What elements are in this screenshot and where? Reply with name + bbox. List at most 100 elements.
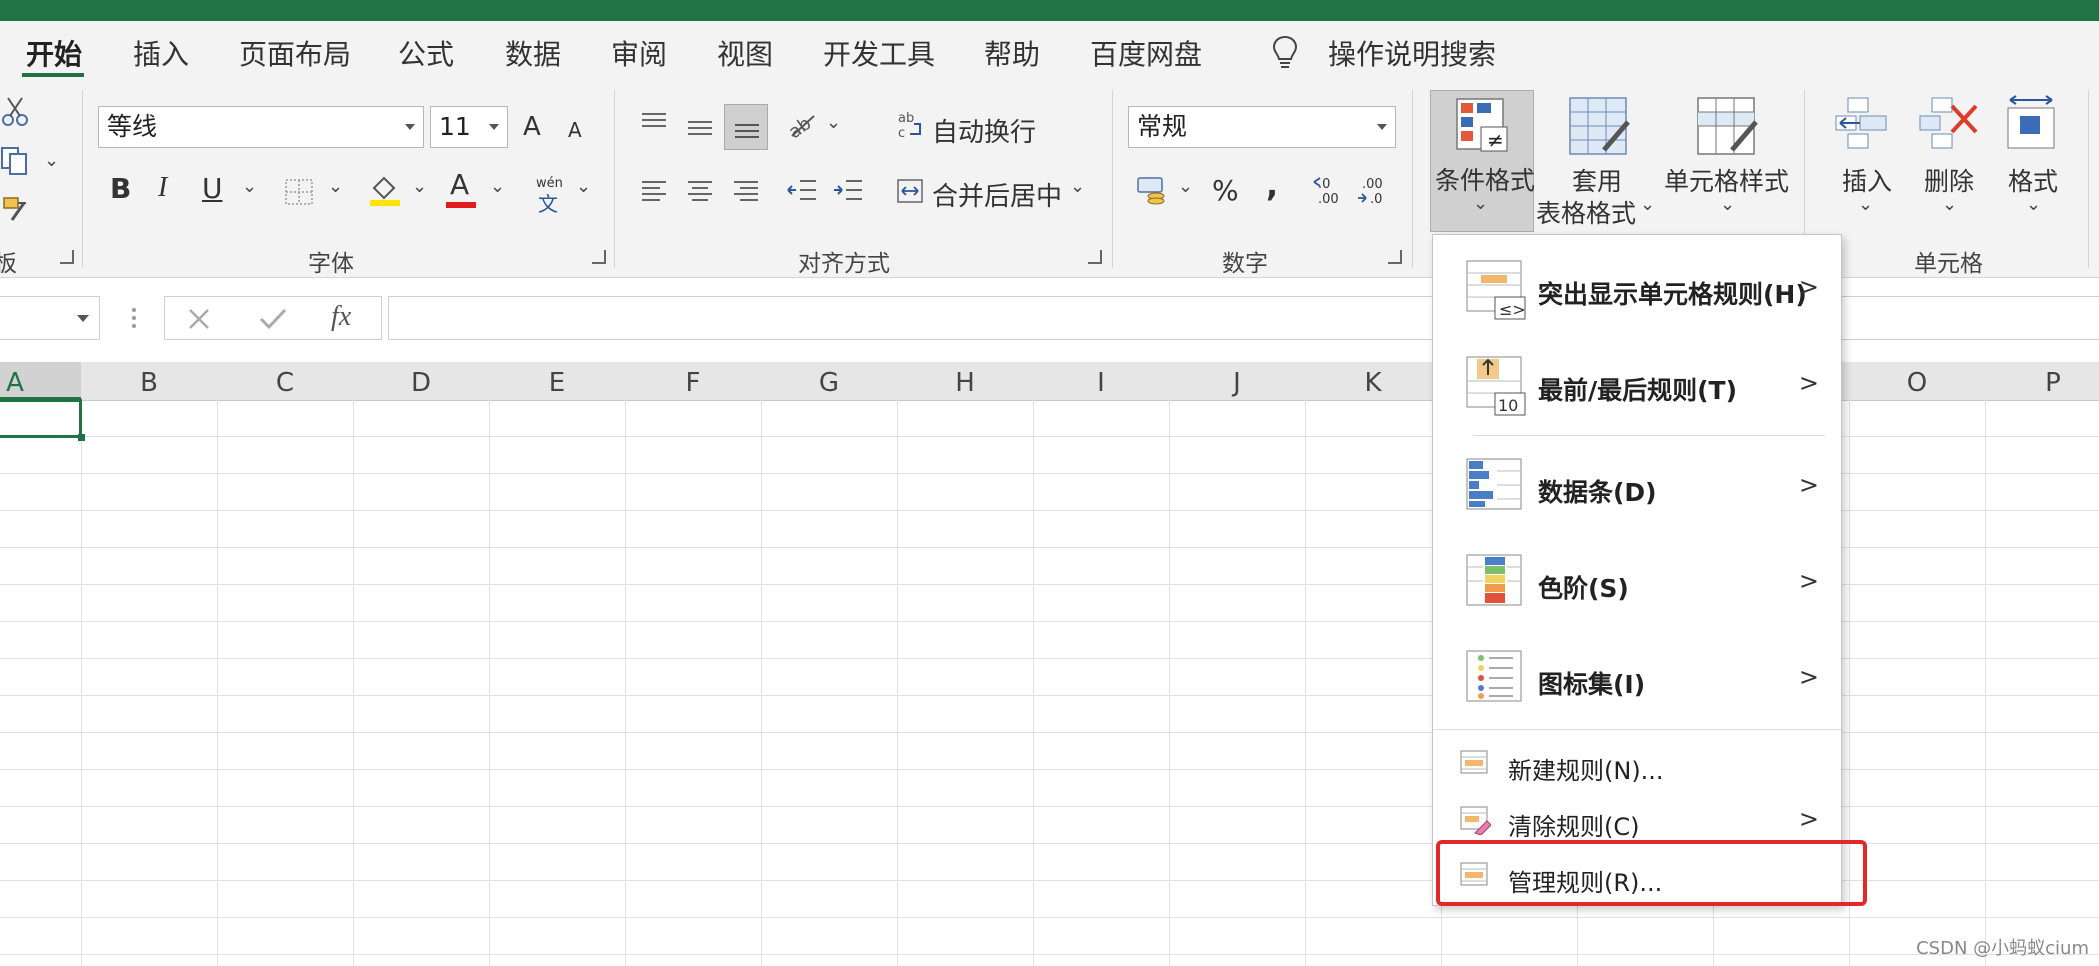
accounting-format-icon[interactable] <box>1136 174 1170 206</box>
enter-check-icon[interactable] <box>259 307 287 331</box>
column-header-b[interactable]: B <box>81 368 217 398</box>
number-format-combo[interactable]: 常规 <box>1128 106 1396 148</box>
orientation-icon[interactable]: ab <box>786 110 820 140</box>
column-header-k[interactable]: K <box>1305 368 1441 398</box>
menu-label: 清除规则(C) <box>1508 813 1640 841</box>
align-center-icon[interactable] <box>686 180 714 202</box>
decrease-indent-icon[interactable] <box>786 178 818 202</box>
cell-styles-button[interactable]: 单元格样式 <box>1664 162 1789 198</box>
column-header-f[interactable]: F <box>625 368 761 398</box>
tab-review[interactable]: 审阅 <box>611 33 667 73</box>
conditional-formatting-button[interactable]: ≠ 条件格式 ⌄ <box>1430 90 1535 232</box>
increase-indent-icon[interactable] <box>832 178 864 202</box>
borders-icon[interactable] <box>284 178 314 206</box>
align-top-icon[interactable] <box>640 112 668 134</box>
underline-dropdown-chevron-icon[interactable]: ⌄ <box>242 176 257 197</box>
font-size-combo[interactable]: 11 <box>430 106 508 148</box>
fill-color-dropdown-chevron-icon[interactable]: ⌄ <box>412 176 427 197</box>
increase-decimal-icon[interactable]: .0.00 <box>1312 174 1346 206</box>
cut-icon[interactable] <box>2 96 28 126</box>
insert-cells-button[interactable]: 插入 <box>1842 162 1892 198</box>
format-as-table-label-1[interactable]: 套用 <box>1572 162 1622 198</box>
font-color-dropdown-chevron-icon[interactable]: ⌄ <box>490 176 505 197</box>
number-launcher-icon[interactable] <box>1388 250 1402 264</box>
column-header-c[interactable]: C <box>217 368 353 398</box>
tab-page-layout[interactable]: 页面布局 <box>239 33 351 73</box>
align-right-icon[interactable] <box>732 180 760 202</box>
tab-insert[interactable]: 插入 <box>133 33 189 73</box>
annotation-highlight-box <box>1436 840 1867 906</box>
borders-dropdown-chevron-icon[interactable]: ⌄ <box>328 176 343 197</box>
column-header-j[interactable]: J <box>1169 368 1305 398</box>
tab-home[interactable]: 开始 <box>26 33 82 73</box>
comma-style-button[interactable]: , <box>1266 166 1278 204</box>
name-box-chevron-icon[interactable] <box>77 315 89 322</box>
phonetic-guide-button[interactable]: 文 <box>538 188 558 217</box>
cell-styles-icon <box>1696 96 1760 160</box>
column-header-g[interactable]: G <box>761 368 897 398</box>
delete-cells-button[interactable]: 删除 <box>1924 162 1974 198</box>
font-color-button[interactable]: A <box>450 168 469 201</box>
insert-cells-chevron-icon[interactable]: ⌄ <box>1858 194 1873 215</box>
svg-text:.00: .00 <box>1362 177 1383 192</box>
menu-item-data-bars[interactable]: 数据条(D) > <box>1433 453 1841 525</box>
number-group-label: 数字 <box>1222 251 1268 277</box>
tell-me-search[interactable]: 操作说明搜索 <box>1328 33 1496 73</box>
cell-styles-chevron-icon[interactable]: ⌄ <box>1720 194 1735 215</box>
italic-button[interactable]: I <box>158 172 167 204</box>
format-painter-icon[interactable] <box>2 196 30 222</box>
column-header-i[interactable]: I <box>1033 368 1169 398</box>
alignment-group-label: 对齐方式 <box>798 251 890 277</box>
format-as-table-button[interactable]: 表格格式 <box>1536 194 1636 230</box>
column-header-h[interactable]: H <box>897 368 1033 398</box>
fill-handle[interactable] <box>78 434 85 441</box>
clipboard-launcher-icon[interactable] <box>60 250 74 264</box>
align-left-icon[interactable] <box>640 180 668 202</box>
delete-cells-chevron-icon[interactable]: ⌄ <box>1942 194 1957 215</box>
accounting-dropdown-chevron-icon[interactable]: ⌄ <box>1178 176 1193 197</box>
orientation-dropdown-chevron-icon[interactable]: ⌄ <box>826 112 841 133</box>
underline-button[interactable]: U <box>202 172 223 205</box>
font-name-combo[interactable]: 等线 <box>98 106 424 148</box>
menu-item-icon-sets[interactable]: 图标集(I) > <box>1433 645 1841 717</box>
copy-dropdown-chevron-icon[interactable]: ⌄ <box>44 150 59 171</box>
format-cells-button[interactable]: 格式 <box>2008 162 2058 198</box>
align-middle-icon[interactable] <box>686 118 714 140</box>
percent-style-button[interactable]: % <box>1212 174 1239 207</box>
column-header-e[interactable]: E <box>489 368 625 398</box>
copy-icon[interactable] <box>0 146 30 176</box>
tab-view[interactable]: 视图 <box>717 33 773 73</box>
column-header-d[interactable]: D <box>353 368 489 398</box>
phonetic-dropdown-chevron-icon[interactable]: ⌄ <box>576 176 591 197</box>
menu-item-highlight-cells-rules[interactable]: ≤> 突出显示单元格规则(H) > <box>1433 255 1841 327</box>
tab-developer[interactable]: 开发工具 <box>823 33 935 73</box>
decrease-decimal-icon[interactable]: .00.0 <box>1356 174 1390 206</box>
column-header-o[interactable]: O <box>1849 368 1985 398</box>
tab-data[interactable]: 数据 <box>505 33 561 73</box>
format-as-table-chevron-icon[interactable]: ⌄ <box>1640 194 1655 215</box>
fill-color-icon[interactable] <box>368 174 402 208</box>
format-cells-chevron-icon[interactable]: ⌄ <box>2026 194 2041 215</box>
column-header-a[interactable]: A <box>0 362 81 400</box>
name-box[interactable] <box>0 296 100 340</box>
merge-center-button[interactable]: 合并后居中 <box>932 176 1062 213</box>
tab-baidu-netdisk[interactable]: 百度网盘 <box>1090 33 1202 73</box>
insert-function-button[interactable]: fx <box>331 301 351 333</box>
menu-item-new-rule[interactable]: 新建规则(N)... <box>1433 739 1841 791</box>
font-launcher-icon[interactable] <box>592 250 606 264</box>
menu-item-top-bottom-rules[interactable]: 10 最前/最后规则(T) > <box>1433 351 1841 423</box>
active-cell-a1[interactable] <box>0 399 82 438</box>
grow-font-button[interactable]: A <box>523 112 541 142</box>
merge-dropdown-chevron-icon[interactable]: ⌄ <box>1070 176 1085 197</box>
shrink-font-button[interactable]: A <box>568 118 582 142</box>
tab-formulas[interactable]: 公式 <box>398 33 454 73</box>
wrap-text-button[interactable]: 自动换行 <box>932 112 1036 149</box>
tab-help[interactable]: 帮助 <box>984 33 1040 73</box>
bold-button[interactable]: B <box>110 172 131 205</box>
column-header-p[interactable]: P <box>1985 368 2099 398</box>
cancel-icon[interactable] <box>187 307 211 331</box>
formula-input[interactable] <box>388 296 2099 340</box>
menu-item-color-scales[interactable]: 色阶(S) > <box>1433 549 1841 621</box>
alignment-launcher-icon[interactable] <box>1088 250 1102 264</box>
align-bottom-button[interactable] <box>724 104 768 150</box>
